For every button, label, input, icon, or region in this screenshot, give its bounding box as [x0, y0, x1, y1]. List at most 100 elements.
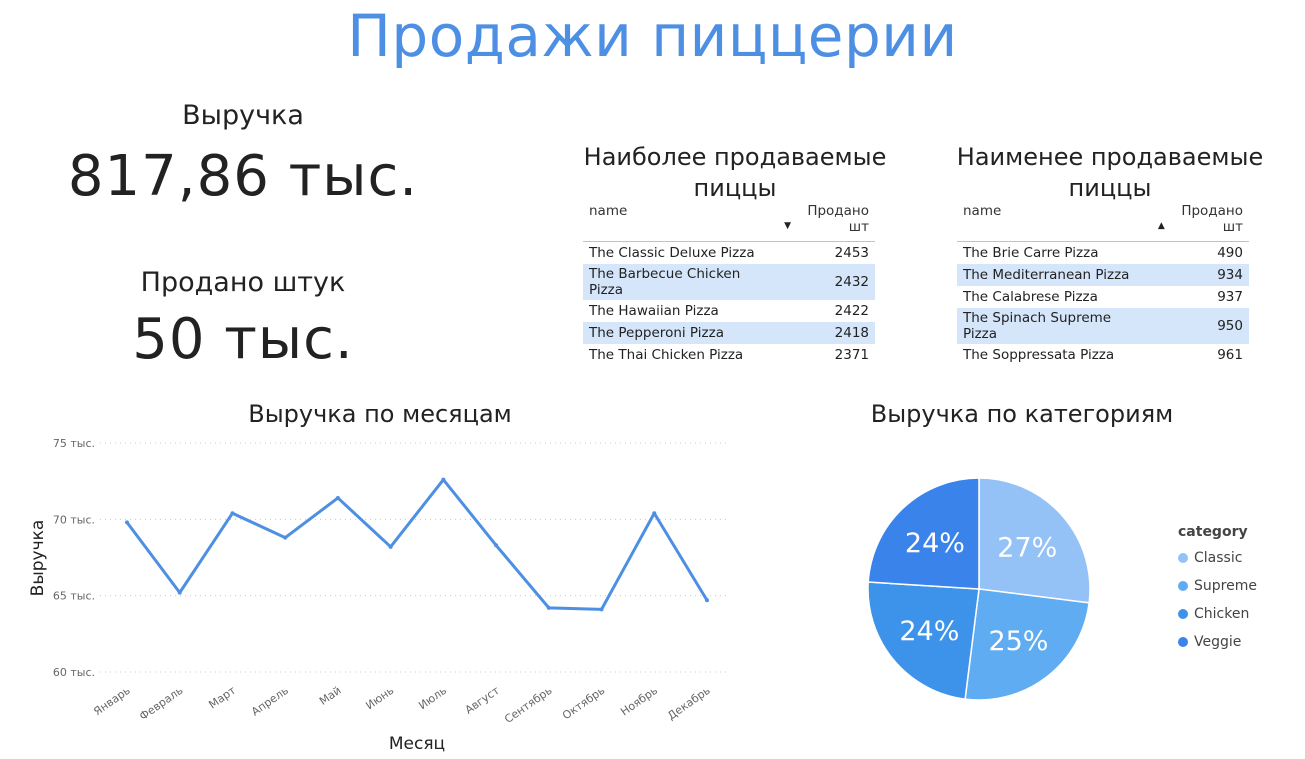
y-axis-label: Выручка — [28, 520, 48, 597]
x-axis-label: Месяц — [389, 734, 445, 754]
pizza-name: The Thai Chicken Pizza — [589, 347, 744, 363]
x-tick-label: Ноябрь — [618, 684, 660, 719]
monthly-revenue-chart: 75 тыс. 70 тыс. 65 тыс. 60 тыс. Январь Феврал… — [28, 437, 730, 754]
data-point[interactable] — [441, 477, 446, 482]
pie-slice-label: 24% — [905, 528, 965, 559]
legend-label: Veggie — [1194, 634, 1242, 650]
legend-title: category — [1178, 524, 1248, 540]
x-tick-label: Февраль — [137, 684, 185, 723]
units-kpi-label: Продано штук — [140, 267, 346, 298]
x-tick-label: Август — [463, 683, 503, 716]
units-kpi-value: 50 тыс. — [132, 307, 354, 372]
pizza-name: The Brie Carre Pizza — [963, 245, 1099, 261]
legend-dot-icon — [1178, 553, 1188, 563]
pizza-name: The Spinach Supreme Pizza — [957, 308, 1152, 344]
bottom-col-name[interactable]: name — [957, 203, 1152, 242]
pie-legend: category Classic Supreme Chicken Veggie — [1178, 524, 1257, 656]
pizza-sold: 2418 — [778, 322, 875, 344]
table-row[interactable]: The Hawaiian Pizza 2422 — [583, 300, 875, 322]
bottom-pizzas-table: name Продано шт ▲ The Brie Carre Pizza 4… — [957, 203, 1249, 366]
data-point[interactable] — [125, 520, 129, 525]
top-pizzas-table: name Продано шт ▼ The Classic Deluxe Piz… — [583, 203, 875, 366]
legend-item-chicken[interactable]: Chicken — [1178, 600, 1257, 628]
x-tick-label: Декабрь — [665, 684, 713, 723]
table-row[interactable]: The Calabrese Pizza 937 — [957, 286, 1249, 308]
data-point[interactable] — [283, 535, 288, 540]
legend-item-veggie[interactable]: Veggie — [1178, 628, 1257, 656]
pizza-sold: 2453 — [834, 245, 869, 261]
bottom-col-sold-label: Продано шт — [1181, 203, 1243, 235]
table-row[interactable]: The Classic Deluxe Pizza 2453 — [583, 242, 875, 265]
sort-desc-icon: ▼ — [784, 221, 792, 231]
table-row[interactable]: The Barbecue Chicken Pizza 2432 — [583, 264, 875, 300]
x-tick-label: Май — [317, 684, 344, 708]
legend-item-classic[interactable]: Classic — [1178, 544, 1257, 572]
data-point[interactable] — [599, 607, 604, 612]
x-tick-label: Июль — [416, 684, 449, 712]
data-point[interactable] — [335, 495, 340, 500]
legend-label: Supreme — [1194, 578, 1257, 594]
revenue-line[interactable] — [125, 478, 709, 611]
line-chart-title: Выручка по месяцам — [248, 400, 512, 428]
pizza-name: The Barbecue Chicken Pizza — [583, 264, 779, 300]
pie-slice-label: 24% — [899, 616, 959, 647]
data-point[interactable] — [652, 511, 657, 516]
sort-asc-icon: ▲ — [1157, 221, 1165, 231]
x-tick-label: Октябрь — [560, 684, 607, 723]
pie-chart-title: Выручка по категориям — [870, 400, 1174, 428]
revenue-kpi-value: 817,86 тыс. — [67, 144, 419, 209]
pizza-name: The Mediterranean Pizza — [957, 264, 1152, 286]
pizza-name: The Pepperoni Pizza — [583, 322, 779, 344]
pizza-name: The Hawaiian Pizza — [589, 303, 719, 319]
table-row[interactable]: The Spinach Supreme Pizza 950 — [957, 308, 1249, 344]
y-tick-label: 60 тыс. — [53, 666, 95, 679]
legend-label: Chicken — [1194, 606, 1250, 622]
data-point[interactable] — [494, 543, 499, 548]
legend-dot-icon — [1178, 637, 1188, 647]
legend-item-supreme[interactable]: Supreme — [1178, 572, 1257, 600]
table-row[interactable]: The Thai Chicken Pizza 2371 — [583, 344, 875, 366]
pizza-sold: 490 — [1217, 245, 1243, 261]
pizza-sold: 937 — [1217, 289, 1243, 305]
x-tick-label: Сентябрь — [502, 684, 554, 726]
category-revenue-pie: 27% 25% 24% 24% — [867, 477, 1091, 701]
top-col-sold[interactable]: Продано шт ▼ — [778, 203, 875, 242]
pizza-sold: 950 — [1151, 308, 1249, 344]
table-row[interactable]: The Soppressata Pizza 961 — [957, 344, 1249, 366]
pizza-name: The Calabrese Pizza — [963, 289, 1098, 305]
pie-slice-label: 27% — [997, 532, 1057, 563]
data-point[interactable] — [388, 544, 393, 549]
pizza-sold: 2422 — [834, 303, 869, 319]
pizza-sold: 961 — [1217, 347, 1243, 363]
y-tick-label: 75 тыс. — [53, 437, 95, 450]
x-tick-label: Апрель — [249, 684, 291, 719]
data-point[interactable] — [546, 605, 551, 610]
pizza-name: The Soppressata Pizza — [963, 347, 1115, 363]
y-tick-label: 70 тыс. — [53, 513, 95, 526]
data-point[interactable] — [705, 598, 709, 603]
pizza-name: The Classic Deluxe Pizza — [589, 245, 755, 261]
table-row[interactable]: The Pepperoni Pizza 2418 — [583, 322, 875, 344]
page-title: Продажи пиццерии — [347, 2, 958, 70]
x-tick-label: Июнь — [363, 684, 396, 713]
top-pizzas-title: Наиболее продаваемые пиццы — [583, 143, 887, 202]
top-col-sold-label: Продано шт — [807, 203, 869, 235]
pizza-sold: 934 — [1151, 264, 1249, 286]
y-tick-label: 65 тыс. — [53, 590, 95, 603]
bottom-pizzas-title: Наименее продаваемые пиццы — [956, 143, 1264, 202]
data-point[interactable] — [177, 590, 182, 595]
top-col-name[interactable]: name — [583, 203, 779, 242]
pizza-sold: 2371 — [834, 347, 869, 363]
pizza-sold: 2432 — [778, 264, 875, 300]
table-row[interactable]: The Brie Carre Pizza 490 — [957, 242, 1249, 265]
table-row[interactable]: The Mediterranean Pizza 934 — [957, 264, 1249, 286]
data-point[interactable] — [230, 511, 235, 516]
legend-dot-icon — [1178, 581, 1188, 591]
x-tick-label: Январь — [91, 684, 132, 718]
legend-label: Classic — [1194, 550, 1243, 566]
revenue-kpi-label: Выручка — [182, 100, 304, 131]
pie-slice-label: 25% — [988, 626, 1048, 657]
legend-dot-icon — [1178, 609, 1188, 619]
bottom-col-sold[interactable]: Продано шт ▲ — [1151, 203, 1249, 242]
x-tick-label: Март — [206, 683, 238, 711]
